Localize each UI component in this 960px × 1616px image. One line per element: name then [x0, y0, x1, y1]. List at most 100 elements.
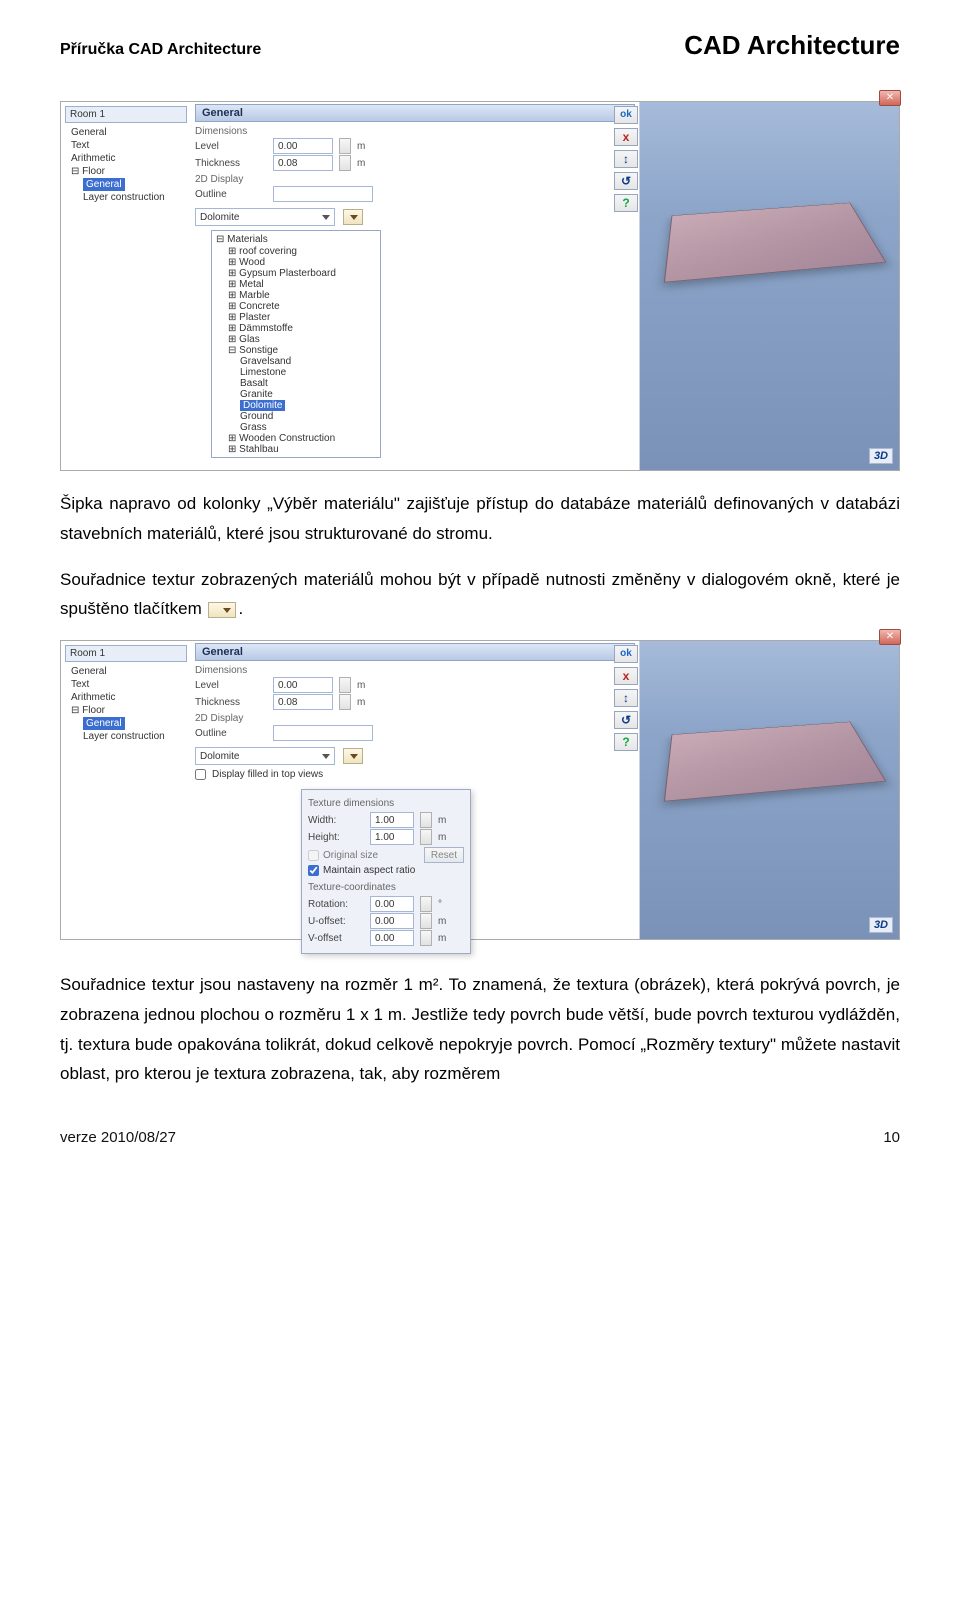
level-input[interactable]: [273, 138, 333, 154]
tool-button[interactable]: ↺: [614, 711, 638, 729]
height-spinner[interactable]: [420, 829, 432, 845]
3d-badge: 3D: [869, 917, 893, 933]
texture-settings-button[interactable]: [343, 748, 363, 764]
unit-m: m: [357, 158, 365, 169]
height-input[interactable]: [370, 829, 414, 845]
original-size-checkbox: [308, 850, 319, 861]
width-label: Width:: [308, 815, 364, 826]
paragraph-1: Šipka napravo od kolonky „Výběr materiál…: [60, 489, 900, 549]
panel-header: General: [195, 104, 635, 122]
unit-m: m: [357, 680, 365, 691]
tool-button[interactable]: ↕: [614, 689, 638, 707]
window-title: Room 1: [65, 106, 187, 123]
thickness-spinner[interactable]: [339, 155, 351, 171]
cancel-button[interactable]: x: [614, 128, 638, 146]
level-label: Level: [195, 680, 267, 691]
tree-item[interactable]: Layer construction: [65, 730, 187, 743]
rotation-label: Rotation:: [308, 899, 364, 910]
ok-button[interactable]: ok: [614, 106, 638, 124]
close-icon[interactable]: ✕: [879, 90, 901, 106]
tree-item[interactable]: Arithmetic: [65, 152, 187, 165]
texture-settings-button[interactable]: [343, 209, 363, 225]
preview-3d-panel: ✕ ok x ↕ ↺ ? 3D: [639, 641, 899, 939]
thickness-spinner[interactable]: [339, 694, 351, 710]
level-spinner[interactable]: [339, 138, 351, 154]
tool-button[interactable]: ↺: [614, 172, 638, 190]
v-offset-spinner[interactable]: [420, 930, 432, 946]
rotation-input[interactable]: [370, 896, 414, 912]
paragraph-2: Souřadnice textur zobrazených materiálů …: [60, 565, 900, 625]
footer-page-number: 10: [883, 1129, 900, 1146]
tree-item[interactable]: Text: [65, 139, 187, 152]
aspect-ratio-checkbox[interactable]: [308, 865, 319, 876]
tree-panel: Room 1 General Text Arithmetic ⊟ Floor G…: [61, 102, 191, 470]
materials-dropdown[interactable]: ⊟ Materials ⊞ roof covering ⊞ Wood ⊞ Gyp…: [211, 230, 381, 458]
tree-item-floor[interactable]: ⊟ Floor: [65, 165, 187, 178]
thickness-label: Thickness: [195, 697, 267, 708]
screenshot-1: Room 1 General Text Arithmetic ⊟ Floor G…: [60, 101, 900, 471]
help-button[interactable]: ?: [614, 733, 638, 751]
floor-tile-preview: [664, 722, 887, 802]
popup-section-dimensions: Texture dimensions: [308, 798, 464, 809]
level-spinner[interactable]: [339, 677, 351, 693]
original-size-label: Original size: [323, 850, 378, 861]
group-2d: 2D Display: [195, 174, 635, 185]
tree-item-general[interactable]: General: [65, 717, 187, 730]
thickness-label: Thickness: [195, 158, 267, 169]
form-panel: General Dimensions Level m Thickness m 2…: [191, 102, 639, 470]
paragraph-3: Souřadnice textur jsou nastaveny na rozm…: [60, 970, 900, 1089]
u-offset-spinner[interactable]: [420, 913, 432, 929]
outline-label: Outline: [195, 189, 267, 200]
thickness-input[interactable]: [273, 694, 333, 710]
u-offset-input[interactable]: [370, 913, 414, 929]
tree-item[interactable]: Text: [65, 678, 187, 691]
level-input[interactable]: [273, 677, 333, 693]
floor-tile-preview: [664, 203, 887, 283]
popup-section-coords: Texture-coordinates: [308, 882, 464, 893]
ok-button[interactable]: ok: [614, 645, 638, 663]
reset-button[interactable]: Reset: [424, 847, 464, 863]
3d-badge: 3D: [869, 448, 893, 464]
outline-input[interactable]: [273, 186, 373, 202]
thickness-input[interactable]: [273, 155, 333, 171]
group-dimensions: Dimensions: [195, 126, 635, 137]
tree-item[interactable]: Arithmetic: [65, 691, 187, 704]
unit-m: m: [357, 141, 365, 152]
material-value: Dolomite: [200, 751, 239, 762]
material-combo[interactable]: Dolomite: [195, 208, 335, 226]
display-filled-label: Display filled in top views: [212, 769, 323, 780]
texture-settings-icon: [208, 602, 236, 618]
footer-version: verze 2010/08/27: [60, 1129, 176, 1146]
window-title: Room 1: [65, 645, 187, 662]
cancel-button[interactable]: x: [614, 667, 638, 685]
help-button[interactable]: ?: [614, 194, 638, 212]
display-filled-checkbox[interactable]: [195, 769, 206, 780]
outline-label: Outline: [195, 728, 267, 739]
tree-panel: Room 1 General Text Arithmetic ⊟ Floor G…: [61, 641, 191, 939]
material-combo[interactable]: Dolomite: [195, 747, 335, 765]
texture-popup: Texture dimensions Width: m Height: m Or…: [301, 789, 471, 954]
width-input[interactable]: [370, 812, 414, 828]
header-right: CAD Architecture: [684, 30, 900, 61]
group-2d: 2D Display: [195, 713, 635, 724]
tree-item-general[interactable]: General: [65, 178, 187, 191]
tree-item[interactable]: Layer construction: [65, 191, 187, 204]
width-spinner[interactable]: [420, 812, 432, 828]
aspect-ratio-label: Maintain aspect ratio: [323, 865, 415, 876]
tree-item[interactable]: General: [65, 665, 187, 678]
v-offset-label: V-offset: [308, 933, 364, 944]
u-offset-label: U-offset:: [308, 916, 364, 927]
page-header: Příručka CAD Architecture CAD Architectu…: [60, 30, 900, 61]
outline-input[interactable]: [273, 725, 373, 741]
unit-m: m: [357, 697, 365, 708]
tool-button[interactable]: ↕: [614, 150, 638, 168]
v-offset-input[interactable]: [370, 930, 414, 946]
tree-item[interactable]: General: [65, 126, 187, 139]
chevron-down-icon: [322, 754, 330, 759]
height-label: Height:: [308, 832, 364, 843]
screenshot-2: Room 1 General Text Arithmetic ⊟ Floor G…: [60, 640, 900, 940]
close-icon[interactable]: ✕: [879, 629, 901, 645]
tree-item-floor[interactable]: ⊟ Floor: [65, 704, 187, 717]
rotation-spinner[interactable]: [420, 896, 432, 912]
page-footer: verze 2010/08/27 10: [60, 1129, 900, 1146]
